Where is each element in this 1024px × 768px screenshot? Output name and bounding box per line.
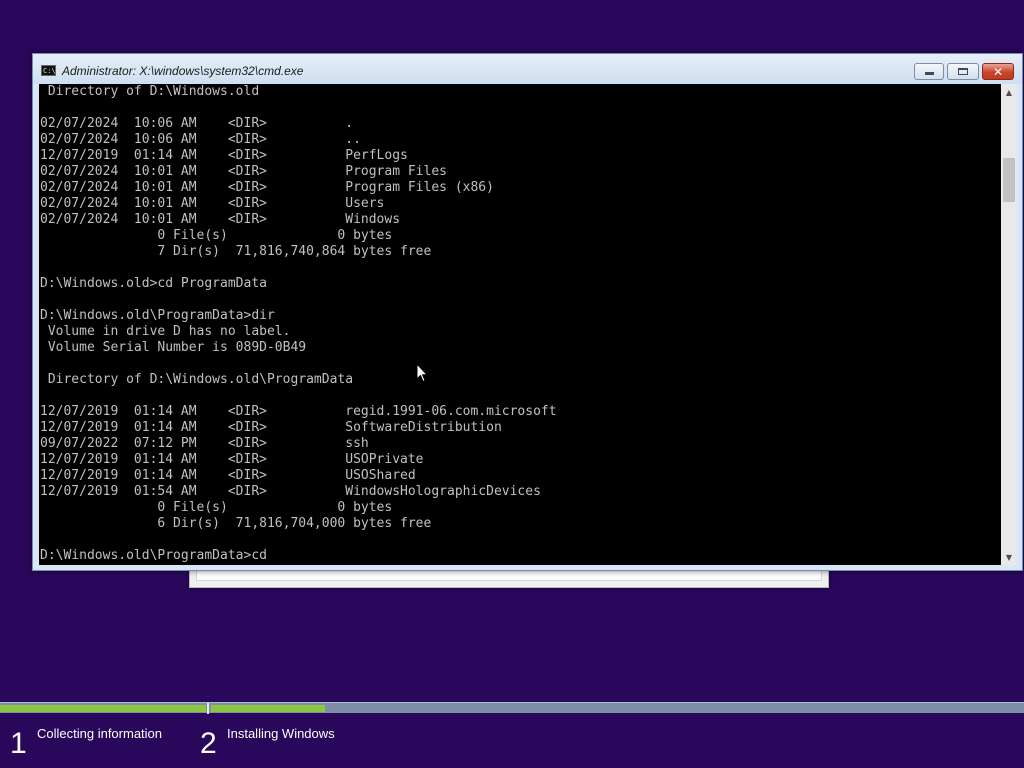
close-icon: ✕ xyxy=(992,64,1004,79)
console-line: Directory of D:\Windows.old xyxy=(40,84,260,99)
window-title: Administrator: X:\windows\system32\cmd.e… xyxy=(62,64,304,78)
console-line: 02/07/2024 10:01 AM <DIR> Windows xyxy=(40,212,401,227)
console-line: 02/07/2024 10:06 AM <DIR> . xyxy=(40,116,354,131)
console-line: 02/07/2024 10:01 AM <DIR> Program Files … xyxy=(40,180,494,195)
maximize-icon xyxy=(958,68,968,75)
console-line: 12/07/2019 01:14 AM <DIR> SoftwareDistri… xyxy=(40,420,502,435)
step-label: Installing Windows xyxy=(227,726,335,741)
console-line: 7 Dir(s) 71,816,740,864 bytes free xyxy=(40,244,432,259)
progress-step1-fill xyxy=(0,705,206,712)
mouse-pointer-icon xyxy=(416,363,428,383)
minimize-icon xyxy=(924,72,934,75)
console-line: 0 File(s) 0 bytes xyxy=(40,500,393,515)
maximize-button[interactable] xyxy=(947,63,979,80)
step-label: Collecting information xyxy=(37,726,163,741)
scroll-down-arrow-icon[interactable]: ▼ xyxy=(1001,549,1017,565)
console-line: 12/07/2019 01:14 AM <DIR> PerfLogs xyxy=(40,148,408,163)
title-bar[interactable]: C:\ Administrator: X:\windows\system32\c… xyxy=(33,54,1022,84)
console-line: 02/07/2024 10:06 AM <DIR> .. xyxy=(40,132,361,147)
console-line: 12/07/2019 01:14 AM <DIR> regid.1991-06.… xyxy=(40,404,557,419)
console-line: 12/07/2019 01:54 AM <DIR> WindowsHologra… xyxy=(40,484,541,499)
console-line: 09/07/2022 07:12 PM <DIR> ssh xyxy=(40,436,369,451)
console-line: Volume Serial Number is 089D-0B49 xyxy=(40,340,307,355)
console-line: D:\Windows.old>cd ProgramData xyxy=(40,276,267,291)
console-line: Directory of D:\Windows.old\ProgramData xyxy=(40,372,354,387)
step-number: 1 xyxy=(10,727,27,760)
close-button[interactable]: ✕ xyxy=(982,63,1014,80)
console-text: Directory of D:\Windows.old 02/07/2024 10… xyxy=(39,84,1001,564)
console-line: D:\Windows.old\ProgramData>dir xyxy=(40,308,275,323)
console-line: 12/07/2019 01:14 AM <DIR> USOPrivate xyxy=(40,452,424,467)
console-line: 0 File(s) 0 bytes xyxy=(40,228,393,243)
console-line: 02/07/2024 10:01 AM <DIR> Program Files xyxy=(40,164,447,179)
vertical-scrollbar[interactable]: ▲ ▼ xyxy=(1001,84,1017,565)
progress-step2-fill xyxy=(211,705,325,712)
cmd-window[interactable]: C:\ Administrator: X:\windows\system32\c… xyxy=(32,53,1023,571)
scrollbar-thumb[interactable] xyxy=(1003,158,1015,202)
progress-separator xyxy=(207,703,209,714)
console-line: Volume in drive D has no label. xyxy=(40,324,291,339)
setup-progress-bar xyxy=(0,702,1024,714)
scroll-up-arrow-icon[interactable]: ▲ xyxy=(1001,84,1017,100)
cmd-console-icon[interactable]: C:\ xyxy=(41,65,56,76)
console-output[interactable]: Directory of D:\Windows.old 02/07/2024 10… xyxy=(39,84,1001,565)
console-line: 12/07/2019 01:14 AM <DIR> USOShared xyxy=(40,468,416,483)
console-line: 6 Dir(s) 71,816,704,000 bytes free xyxy=(40,516,432,531)
minimize-button[interactable] xyxy=(914,63,944,80)
console-line: D:\Windows.old\ProgramData>cd xyxy=(40,548,267,563)
step-number: 2 xyxy=(200,727,217,760)
console-line: 02/07/2024 10:01 AM <DIR> Users xyxy=(40,196,385,211)
